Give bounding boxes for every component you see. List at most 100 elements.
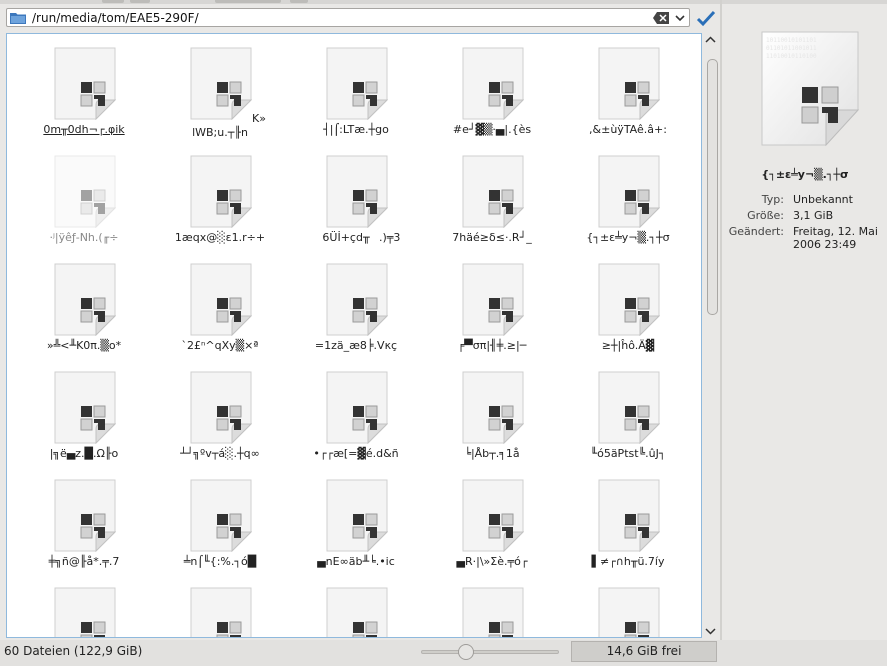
free-space-indicator: 14,6 GiB frei [571,641,717,662]
scroll-up-icon[interactable] [705,35,716,45]
clear-icon[interactable] [653,12,669,24]
file-name-fragment: K» [252,112,266,125]
folder-icon [10,13,26,24]
file-name-label: |╗ë▄z.█.Ω╟o [49,447,119,460]
file-icon [190,155,252,228]
file-name-label: »╩<╨K0π.▒o* [46,339,122,352]
file-item[interactable]: `2£ⁿ^qXy▒×ª [155,250,285,358]
file-icon [54,47,116,120]
svg-text:10110010101101: 10110010101101 [766,37,817,44]
file-item[interactable]: 0m╥0dh¬┌.φik [19,34,149,142]
file-item[interactable]: ▌≠┌∩h╥ü.7íy [563,466,693,574]
location-path[interactable]: /run/media/tom/EAE5-290F/ [32,11,199,25]
file-icon [462,155,524,228]
file-icon [54,371,116,444]
file-icon [326,371,388,444]
chevron-down-icon[interactable] [674,12,686,24]
toolbar-tab[interactable] [215,0,281,3]
file-item[interactable]: »╩<╨K0π.▒o* [19,250,149,358]
file-preview-icon: 10110010101101 01101011001011 1101001011… [761,31,860,147]
file-item[interactable]: |╗ë▄z.█.Ω╟o [19,358,149,466]
file-icon [190,587,252,637]
file-icon [598,263,660,336]
scroll-down-icon[interactable] [705,626,716,636]
type-value: Unbekannt [793,193,853,206]
file-icon [54,155,116,228]
toolbar-tab[interactable] [102,0,124,3]
file-name-label: =1zä_æ8╞.Vκç [314,339,398,352]
file-name-label: ≥┼|ĥô.Ä▓ [601,339,655,352]
confirm-checkmark-icon[interactable] [696,9,716,27]
file-name-label: lWB;u.┬╟n [192,126,248,139]
file-item[interactable]: ┤|⌠:LTæ.┼go [291,34,421,142]
toolbar-tab[interactable] [290,0,308,3]
file-name-label: •┌┌æ[=▓é.d&ñ [313,447,399,460]
file-item[interactable]: ╘|Åb┬.╕1å [427,358,557,466]
file-item[interactable]: 6Üİ+çd╥ .)╤3 [291,142,421,250]
file-item[interactable]: ,&±ùÿTAê.â+: [563,34,693,142]
modified-label: Geändert: [728,225,784,238]
file-name-label: ╘|Åb┬.╕1å [464,447,520,460]
file-icon [326,155,388,228]
size-label: Größe: [747,209,784,222]
file-icon [190,371,252,444]
file-item[interactable]: •┌┌æ[=▓é.d&ñ [291,358,421,466]
file-item[interactable] [427,574,557,637]
file-name-label: ┤|⌠:LTæ.┼go [323,123,389,136]
file-item[interactable] [291,574,421,637]
toolbar-strip [0,0,887,4]
file-name-label: 1æqx@░ε1.r÷+ [174,231,266,244]
file-item[interactable]: lWB;u.┬╟n K» [155,34,285,142]
file-item[interactable]: ▄nE∞äb╨╘.•ic [291,466,421,574]
file-name-label: ╧n⌠╙{:%.┐ó█ [183,555,257,568]
file-name-label: ╙ó5äPtst╚.ûJ┐ [590,447,666,460]
file-icon-view[interactable]: 0m╥0dh¬┌.φik lWB;u.┬╟n K» ┤|⌠:LTæ.┼go #e┘… [6,33,702,638]
file-icon [462,263,524,336]
file-name-label: ╒▀σπ|╢╪.≥|─ [457,339,527,352]
file-count-text: 60 Dateien (122,9 GiB) [4,644,143,658]
location-bar[interactable]: /run/media/tom/EAE5-290F/ [6,8,690,27]
file-item[interactable]: ≥┼|ĥô.Ä▓ [563,250,693,358]
file-item[interactable] [19,574,149,637]
file-name-label: 0m╥0dh¬┌.φik [43,123,125,136]
file-item[interactable]: 1æqx@░ε1.r÷+ [155,142,285,250]
file-name-label: #e┘▓▒·▄|.{ès [452,123,532,136]
file-name-label: ▌≠┌∩h╥ü.7íy [591,555,665,568]
file-icon [598,47,660,120]
vertical-scrollbar[interactable] [703,33,718,638]
file-item[interactable]: ╒▀σπ|╢╪.≥|─ [427,250,557,358]
file-item[interactable]: {┐±ε╧y¬▒.┐┼σ [563,142,693,250]
file-item[interactable]: 7häé≥δ≤·.R┘_ [427,142,557,250]
file-item[interactable]: ╧n⌠╙{:%.┐ó█ [155,466,285,574]
file-name-label: 7häé≥δ≤·.R┘_ [452,231,532,244]
file-metadata: Typ: Unbekannt Größe: 3,1 GiB Geändert: … [725,193,887,251]
zoom-slider-handle[interactable] [457,644,474,660]
file-icon [54,479,116,552]
scroll-track[interactable] [706,45,718,623]
file-item[interactable] [155,574,285,637]
file-icon [54,587,116,637]
file-icon [326,47,388,120]
file-name-label: ┴┘╗ºv┬á░.┼q∞ [180,447,260,460]
status-bar: 60 Dateien (122,9 GiB) 14,6 GiB frei [0,640,887,666]
size-value: 3,1 GiB [793,209,834,222]
svg-text:11010010110100: 11010010110100 [766,53,817,60]
file-icon [190,479,252,552]
modified-value: Freitag, 12. Mai 2006 23:49 [793,225,878,251]
svg-text:01101011001011: 01101011001011 [766,45,817,52]
file-icon [598,479,660,552]
panel-splitter[interactable] [720,0,722,666]
file-icon [190,263,252,336]
file-item[interactable]: ▄R·|\»Σè.╤ó┌ [427,466,557,574]
zoom-slider[interactable] [421,650,559,654]
file-item[interactable]: ┴┘╗ºv┬á░.┼q∞ [155,358,285,466]
file-item[interactable]: ╪╗ñ@╟å*.╤.7 [19,466,149,574]
file-icon [326,263,388,336]
file-item[interactable]: #e┘▓▒·▄|.{ès [427,34,557,142]
file-item[interactable]: =1zä_æ8╞.Vκç [291,250,421,358]
toolbar-tab[interactable] [130,0,150,3]
file-item[interactable]: ╙ó5äPtst╚.ûJ┐ [563,358,693,466]
scroll-thumb[interactable] [707,59,718,315]
file-item[interactable]: ·ʲ|ÿêƒ-Nh.(╓÷ [19,142,149,250]
file-item[interactable] [563,574,693,637]
